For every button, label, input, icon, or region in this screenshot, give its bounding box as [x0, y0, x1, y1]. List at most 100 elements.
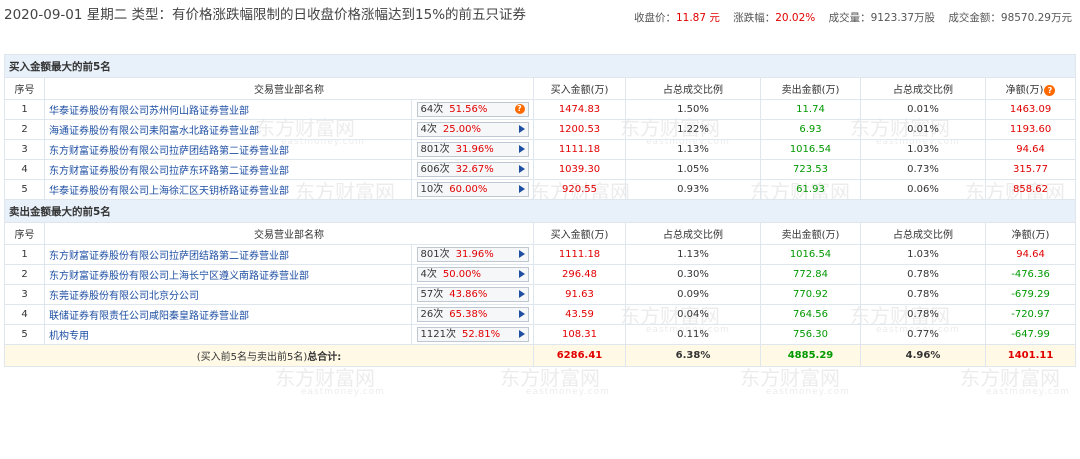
column-label: 占总成交比例: [893, 230, 953, 241]
dept-name-link[interactable]: 东方财富证券股份有限公司拉萨团结路第二证券营业部: [49, 251, 289, 262]
rank-badge[interactable]: 26次 65.38%: [416, 307, 529, 322]
col-header-sell-ratio: 占总成交比例: [860, 77, 986, 100]
table-row: 5 华泰证券股份有限公司上海徐汇区天钥桥路证券营业部 10次 60.00% 920.55…: [4, 179, 1077, 200]
dept-name-link[interactable]: 东莞证券股份有限公司北京分公司: [49, 291, 199, 302]
buy-ratio: 0.30%: [625, 264, 761, 285]
appearance-count: 4次: [420, 269, 437, 280]
column-label: 占总成交比例: [663, 230, 723, 241]
appearance-count: 57次: [420, 289, 444, 300]
success-rate: 32.67%: [455, 164, 494, 175]
rank-badge[interactable]: 1121次 52.81%: [416, 327, 529, 342]
sell-ratio: 0.78%: [860, 284, 986, 305]
row-index: 1: [4, 244, 45, 265]
dept-name-link[interactable]: 海通证券股份有限公司耒阳富水北路证券营业部: [49, 126, 259, 137]
triangle-right-icon[interactable]: [518, 290, 525, 298]
buy-amount: 108.31: [533, 324, 626, 345]
total-label-bold: 总合计:: [307, 352, 342, 363]
dept-name-cell: 东莞证券股份有限公司北京分公司: [44, 284, 412, 305]
stock-stats: 收盘价：11.87 元 涨跌幅：20.02% 成交量：9123.37万股 成交金…: [634, 10, 1072, 25]
volume-value: 9123.37万股: [870, 12, 936, 24]
rank-badge[interactable]: 4次 25.00%: [416, 122, 529, 137]
buy-ratio: 1.05%: [625, 159, 761, 180]
rank-badge-cell: 10次 60.00%: [411, 179, 534, 200]
column-header-row: 序号 交易营业部名称 买入金额(万) 占总成交比例 卖出金额(万) 占总成交比例 净额(万)…: [4, 77, 1077, 100]
question-circle-icon[interactable]: ?: [514, 104, 525, 114]
row-index: 1: [4, 99, 45, 120]
dept-name-link[interactable]: 东方财富证券股份有限公司拉萨东环路第二证券营业部: [49, 166, 289, 177]
total-row: (买入前5名与卖出前5名)总合计: 6286.41 6.38% 4885.29 4.96…: [4, 344, 1077, 367]
table-row: 3 东莞证券股份有限公司北京分公司 57次 43.86% 91.63 0.09% 770.9…: [4, 284, 1077, 305]
sell-ratio: 0.01%: [860, 99, 986, 120]
appearance-count: 1121次: [420, 329, 456, 340]
table-row: 2 海通证券股份有限公司耒阳富水北路证券营业部 4次 25.00% 1200.53 1.2…: [4, 119, 1077, 140]
col-header-net: 净额(万): [984, 222, 1077, 245]
column-label: 占总成交比例: [663, 85, 723, 96]
triangle-right-icon[interactable]: [518, 125, 525, 133]
buy-ratio: 0.09%: [625, 284, 761, 305]
dept-name-link[interactable]: 东方财富证券股份有限公司上海长宁区遵义南路证券营业部: [49, 271, 309, 282]
table-row: 4 东方财富证券股份有限公司拉萨东环路第二证券营业部 606次 32.67% 1039.…: [4, 159, 1077, 180]
dept-name-link[interactable]: 华泰证券股份有限公司苏州何山路证券营业部: [49, 106, 249, 117]
rank-badge[interactable]: 801次 31.96%: [416, 142, 529, 157]
buy-amount: 1039.30: [533, 159, 626, 180]
close-price-label: 收盘价：: [633, 12, 676, 24]
total-sell: 4885.29: [760, 344, 861, 367]
column-label: 净额(万): [1005, 85, 1044, 96]
volume-label: 成交量：: [828, 12, 871, 24]
watermark-logo: 东方财富网eastmoney.com: [740, 366, 850, 397]
total-buy: 6286.41: [533, 344, 626, 367]
dept-name-cell: 东方财富证券股份有限公司拉萨东环路第二证券营业部: [44, 159, 412, 180]
rank-badge[interactable]: 64次 51.56%?: [416, 102, 529, 117]
net-amount: 1463.09: [984, 99, 1077, 120]
triangle-right-icon[interactable]: [518, 145, 525, 153]
success-rate: 31.96%: [455, 144, 494, 155]
sell-amount: 723.53: [760, 159, 861, 180]
section-title: 买入金额最大的前5名: [3, 54, 1077, 78]
column-label: 卖出金额(万): [781, 85, 840, 96]
success-rate: 65.38%: [449, 309, 488, 320]
rank-badge[interactable]: 606次 32.67%: [416, 162, 529, 177]
sell-amount: 61.93: [760, 179, 861, 200]
sell-amount: 772.84: [760, 264, 861, 285]
column-label: 卖出金额(万): [781, 230, 840, 241]
rank-badge[interactable]: 10次 60.00%: [416, 182, 529, 197]
total-sell-ratio: 4.96%: [860, 344, 986, 367]
amount-label: 成交金额：: [948, 12, 1001, 24]
buy-amount: 1474.83: [533, 99, 626, 120]
sell-amount: 1016.54: [760, 244, 861, 265]
triangle-right-icon[interactable]: [518, 310, 525, 318]
triangle-right-icon[interactable]: [518, 250, 525, 258]
col-header-buy: 买入金额(万): [533, 222, 626, 245]
dept-name-cell: 东方财富证券股份有限公司上海长宁区遵义南路证券营业部: [44, 264, 412, 285]
dept-name-link[interactable]: 机构专用: [49, 331, 89, 342]
appearance-count: 606次: [420, 164, 450, 175]
triangle-right-icon[interactable]: [518, 185, 525, 193]
rank-badge[interactable]: 4次 50.00%: [416, 267, 529, 282]
dept-name-link[interactable]: 联储证券有限责任公司咸阳秦皇路证券营业部: [49, 311, 249, 322]
appearance-count: 10次: [420, 184, 444, 195]
table-row: 1 华泰证券股份有限公司苏州何山路证券营业部 64次 51.56%? 1474.83 1.…: [4, 99, 1077, 120]
success-rate: 51.56%: [449, 104, 488, 115]
sell-amount: 6.93: [760, 119, 861, 140]
dept-name-link[interactable]: 华泰证券股份有限公司上海徐汇区天钥桥路证券营业部: [49, 186, 289, 197]
sell-ratio: 1.03%: [860, 244, 986, 265]
sell-amount: 770.92: [760, 284, 861, 305]
net-amount: 315.77: [984, 159, 1077, 180]
section-header: 买入金额最大的前5名: [3, 54, 1077, 78]
triangle-right-icon[interactable]: [518, 330, 525, 338]
net-amount: 94.64: [984, 244, 1077, 265]
triangle-right-icon[interactable]: [518, 270, 525, 278]
rank-badge[interactable]: 801次 31.96%: [416, 247, 529, 262]
triangle-right-icon[interactable]: [518, 165, 525, 173]
buy-amount: 1200.53: [533, 119, 626, 140]
row-index: 3: [4, 284, 45, 305]
col-header-index: 序号: [4, 222, 45, 245]
section-title: 卖出金额最大的前5名: [3, 199, 1077, 223]
col-header-sell-ratio: 占总成交比例: [860, 222, 986, 245]
close-price-value: 11.87 元: [675, 12, 720, 24]
rank-badge[interactable]: 57次 43.86%: [416, 287, 529, 302]
sell-amount: 11.74: [760, 99, 861, 120]
question-circle-icon[interactable]: ?: [1044, 84, 1056, 96]
dept-name-link[interactable]: 东方财富证券股份有限公司拉萨团结路第二证券营业部: [49, 146, 289, 157]
buy-ratio: 1.22%: [625, 119, 761, 140]
